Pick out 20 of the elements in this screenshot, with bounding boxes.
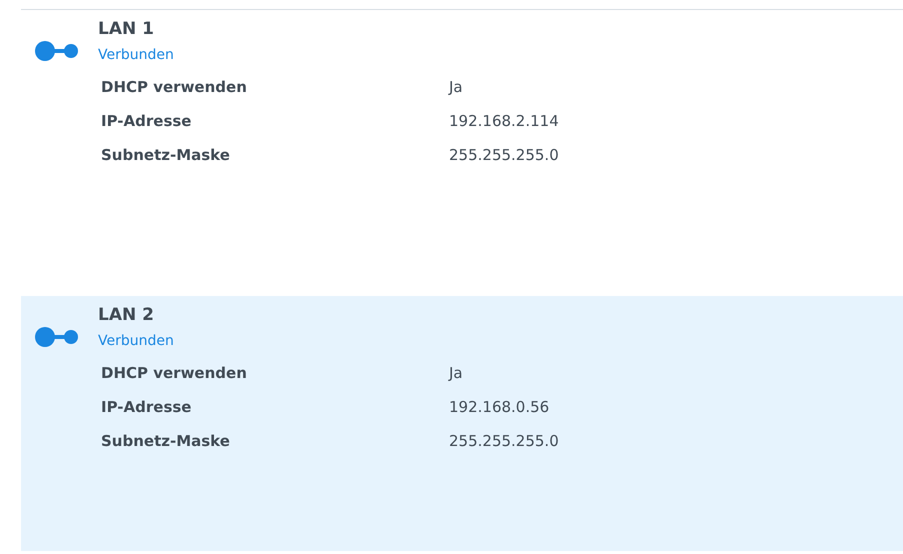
connection-status: Verbunden — [98, 46, 175, 65]
detail-value: 255.255.255.0 — [449, 144, 559, 166]
detail-label: DHCP verwenden — [101, 78, 247, 96]
connection-status: Verbunden — [98, 332, 175, 351]
detail-label: DHCP verwenden — [101, 364, 247, 382]
interface-title: LAN 1 — [98, 18, 155, 41]
detail-value: Ja — [449, 362, 463, 384]
detail-value: 192.168.0.56 — [449, 396, 550, 418]
detail-value: 192.168.2.114 — [449, 110, 559, 132]
interface-item[interactable]: LAN 2 Verbunden DHCP verwenden Ja IP-Adresse 192.168.0.56 Subnetz-Maske 255.255.255.0 — [21, 296, 903, 551]
interface-item[interactable]: LAN 1 Verbunden DHCP verwenden Ja IP-Adresse 192.168.2.114 Subnetz-Maske 255.255.255.0 — [21, 10, 903, 296]
detail-value: Ja — [449, 76, 463, 98]
network-connection-icon — [35, 326, 78, 348]
detail-label: Subnetz-Maske — [101, 146, 230, 164]
detail-label: IP-Adresse — [101, 398, 192, 416]
detail-value: 255.255.255.0 — [449, 430, 559, 452]
detail-label: IP-Adresse — [101, 112, 192, 130]
detail-label: Subnetz-Maske — [101, 432, 230, 450]
network-connection-icon — [35, 40, 78, 62]
interface-title: LAN 2 — [98, 304, 155, 327]
